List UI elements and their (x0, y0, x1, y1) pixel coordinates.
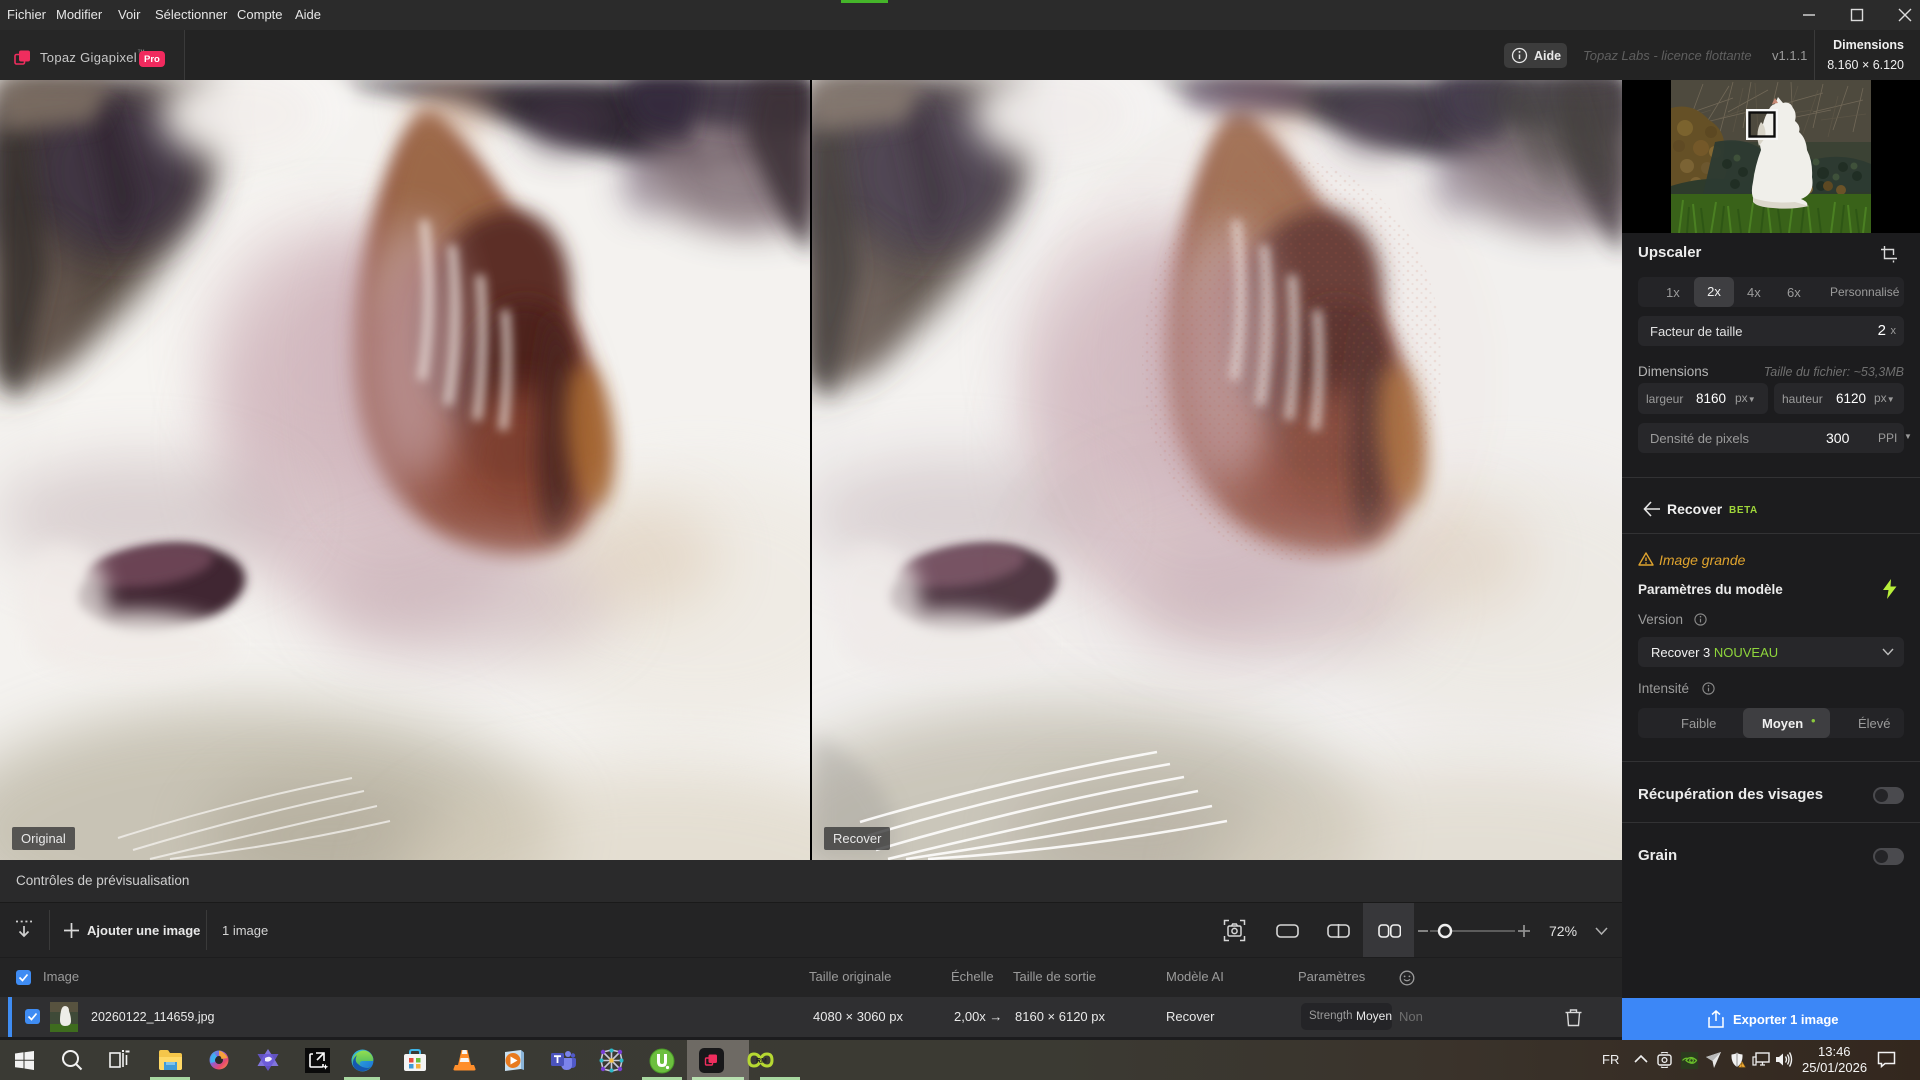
svg-text:RM: RM (756, 1058, 767, 1065)
